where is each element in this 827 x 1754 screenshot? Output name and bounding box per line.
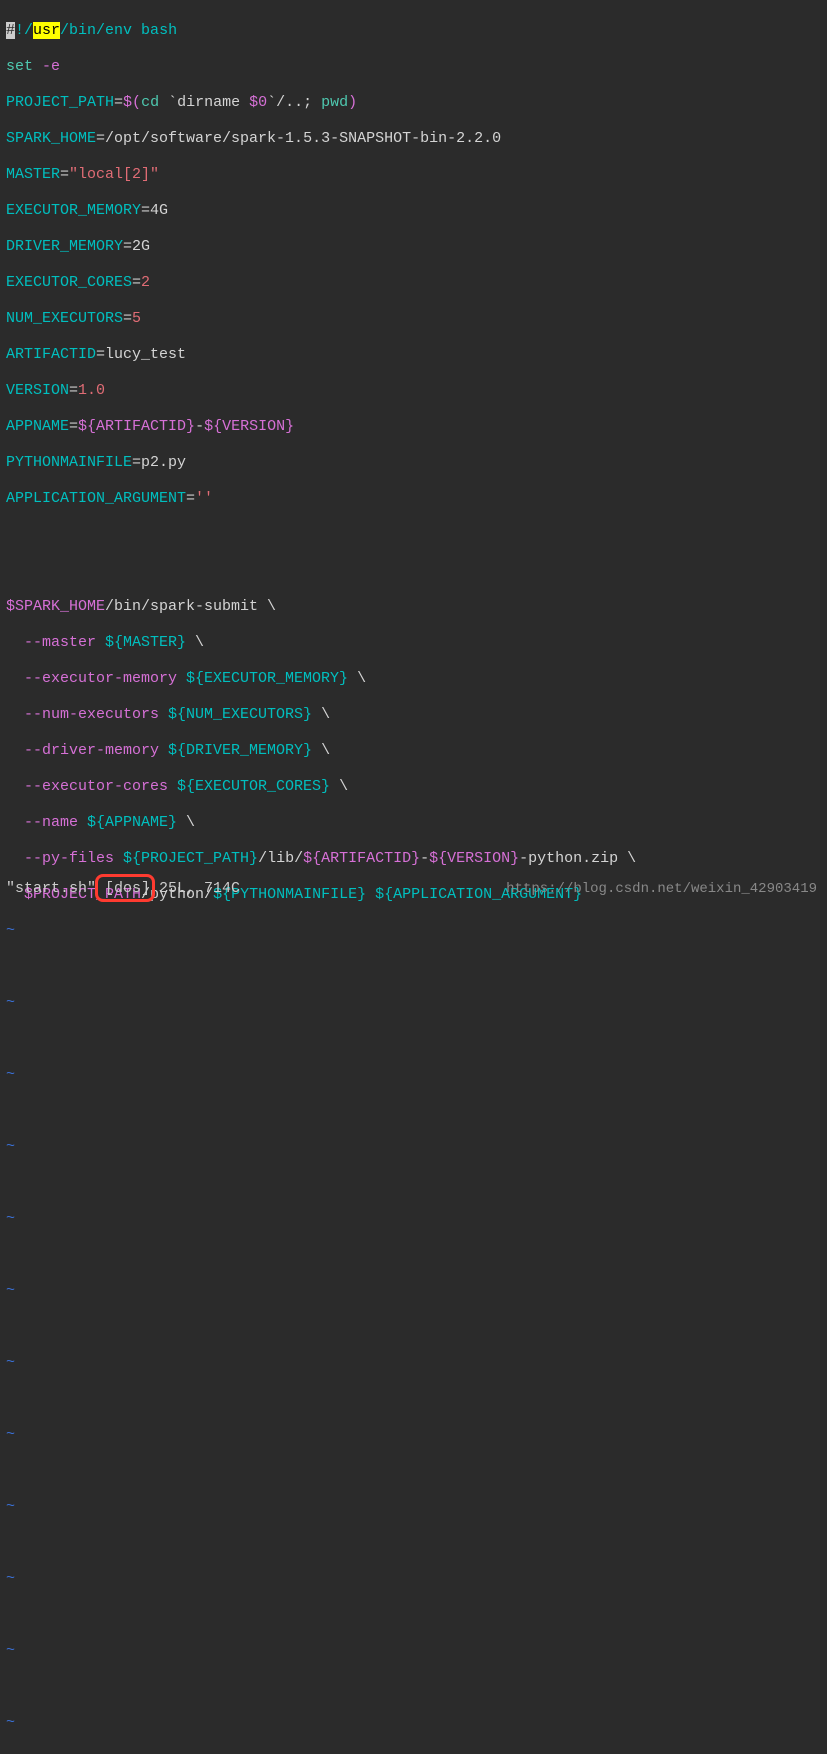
empty-line-tilde [6,1678,821,1696]
empty-line-tilde [6,1534,821,1552]
code-line: ARTIFACTID=lucy_test [6,346,821,364]
code-line: --driver-memory ${DRIVER_MEMORY} \ [6,742,821,760]
empty-line-tilde: ~ [6,1570,821,1588]
code-line: VERSION=1.0 [6,382,821,400]
code-line: PROJECT_PATH=$(cd `dirname $0`/..; pwd) [6,94,821,112]
annotation-highlight-box [95,874,155,902]
code-line: $SPARK_HOME/bin/spark-submit \ [6,598,821,616]
code-line: APPLICATION_ARGUMENT='' [6,490,821,508]
empty-line-tilde [6,1030,821,1048]
empty-line-tilde: ~ [6,1282,821,1300]
empty-line-tilde: ~ [6,1354,821,1372]
code-line: DRIVER_MEMORY=2G [6,238,821,256]
code-line: --master ${MASTER} \ [6,634,821,652]
empty-line-tilde: ~ [6,1498,821,1516]
code-line [6,526,821,544]
code-line: NUM_EXECUTORS=5 [6,310,821,328]
watermark: https://blog.csdn.net/weixin_42903419 [506,880,817,898]
code-line: EXECUTOR_MEMORY=4G [6,202,821,220]
empty-line-tilde [6,1318,821,1336]
empty-line-tilde [6,1462,821,1480]
empty-line-tilde [6,1246,821,1264]
empty-line-tilde: ~ [6,1210,821,1228]
code-line: --num-executors ${NUM_EXECUTORS} \ [6,706,821,724]
code-line: PYTHONMAINFILE=p2.py [6,454,821,472]
code-line: --executor-memory ${EXECUTOR_MEMORY} \ [6,670,821,688]
code-line: --py-files ${PROJECT_PATH}/lib/${ARTIFAC… [6,850,821,868]
empty-line-tilde: ~ [6,1642,821,1660]
empty-line-tilde: ~ [6,1138,821,1156]
code-line: set -e [6,58,821,76]
empty-line-tilde: ~ [6,1714,821,1732]
code-line: SPARK_HOME=/opt/software/spark-1.5.3-SNA… [6,130,821,148]
code-line: APPNAME=${ARTIFACTID}-${VERSION} [6,418,821,436]
empty-line-tilde [6,1606,821,1624]
empty-line-tilde: ~ [6,1426,821,1444]
code-line: --executor-cores ${EXECUTOR_CORES} \ [6,778,821,796]
code-line: EXECUTOR_CORES=2 [6,274,821,292]
empty-line-tilde [6,1390,821,1408]
empty-line-tilde: ~ [6,994,821,1012]
empty-line-tilde [6,958,821,976]
code-line: MASTER="local[2]" [6,166,821,184]
empty-line-tilde: ~ [6,1066,821,1084]
code-line [6,562,821,580]
empty-line-tilde [6,1174,821,1192]
code-line: --name ${APPNAME} \ [6,814,821,832]
empty-line-tilde [6,1102,821,1120]
empty-line-tilde: ~ [6,922,821,940]
code-line: #!/usr/bin/env bash [6,22,821,40]
